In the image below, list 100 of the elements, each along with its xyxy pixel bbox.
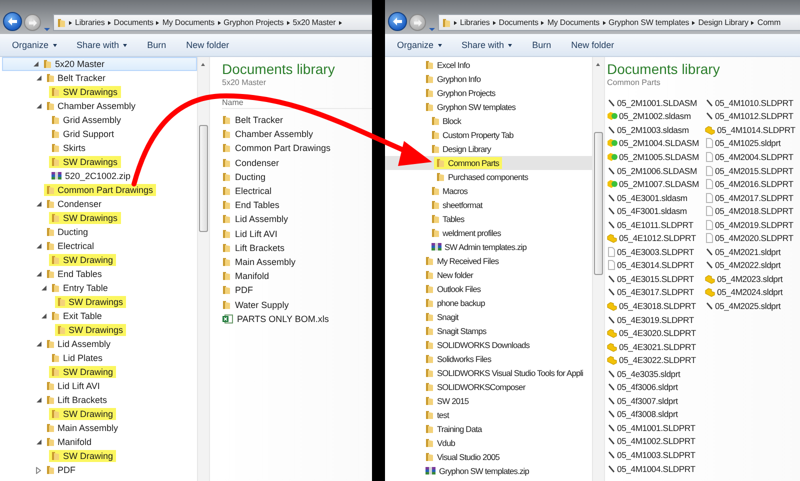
toolbar-button[interactable]: Organize — [12, 40, 57, 50]
tree-item[interactable]: Skirts — [49, 142, 88, 154]
tree-item[interactable]: weldment profiles — [428, 227, 504, 239]
tree-item[interactable]: Condenser — [44, 198, 105, 210]
tree-item[interactable]: SW Drawings — [49, 212, 121, 224]
tree-item[interactable]: Lid Assembly — [44, 338, 114, 350]
file-item[interactable]: 05_4f3007.sldprt — [607, 394, 705, 408]
tree-item[interactable]: Common Parts — [434, 157, 502, 169]
tree-item[interactable]: Lift Brackets — [44, 394, 110, 406]
tree-item[interactable]: Design Library — [428, 143, 494, 155]
tree-item[interactable]: Purchased components — [434, 171, 531, 183]
tree-item[interactable]: Exit Table — [49, 310, 105, 322]
file-item[interactable]: Common Part Drawings — [222, 141, 372, 156]
file-item[interactable]: PDF — [222, 283, 372, 298]
collapsed-arrow-icon[interactable] — [36, 466, 40, 474]
file-item[interactable]: 05_4M2025.sldprt — [705, 299, 800, 313]
file-item[interactable]: 05_4E3001.sldasm — [607, 190, 705, 204]
breadcrumb-item[interactable]: Libraries — [460, 18, 490, 27]
file-item[interactable]: 05_2M1007.SLDASM — [607, 177, 705, 191]
tree-item[interactable]: SW Drawings — [54, 296, 126, 308]
file-item[interactable]: 05_4f3008.sldprt — [607, 408, 705, 422]
file-item[interactable]: End Tables — [222, 198, 372, 212]
breadcrumb-item[interactable]: Gryphon SW templates — [608, 18, 690, 27]
file-item[interactable]: 05_4E3019.SLDPRT — [607, 312, 705, 326]
tree-item[interactable]: SW Admin templates.zip — [428, 241, 530, 253]
address-bar[interactable]: Libraries Documents My Documents Gryphon SW templates Design Library Comm — [438, 14, 800, 31]
file-item[interactable]: 05_2M1005.SLDASM — [607, 150, 705, 164]
file-item[interactable]: 05_4E3003.SLDPRT — [607, 245, 705, 259]
file-item[interactable]: 05_4M2022.sldprt — [705, 258, 800, 272]
file-item[interactable]: 05_4E3021.SLDPRT — [607, 340, 705, 354]
breadcrumb-item[interactable]: Libraries — [75, 18, 105, 27]
file-item[interactable]: 05_4M1002.SLDPRT — [607, 434, 705, 448]
tree-item[interactable]: Grid Assembly — [49, 114, 124, 126]
toolbar-button[interactable]: Burn — [147, 40, 166, 50]
tree-item[interactable]: SOLIDWORKSComposer — [423, 381, 528, 393]
file-item[interactable]: 05_4E3014.SLDPRT — [607, 258, 705, 272]
tree-item[interactable]: Main Assembly — [44, 422, 122, 434]
breadcrumb-item[interactable]: 5x20 Master — [292, 18, 336, 27]
file-item[interactable]: 05_4M1012.SLDPRT — [705, 110, 800, 124]
scroll-thumb[interactable] — [199, 125, 208, 232]
tree-item[interactable]: Common Part Drawings — [44, 184, 156, 196]
file-item[interactable]: Lift Brackets — [222, 240, 372, 255]
file-item[interactable]: Lid Lift AVI — [222, 226, 372, 241]
file-item[interactable]: 05_4M1001.SLDPRT — [607, 421, 705, 435]
file-item[interactable]: Water Supply — [222, 297, 372, 312]
file-item[interactable]: 05_4M1025.sldprt — [705, 136, 800, 150]
file-item[interactable]: 05_4E3022.SLDPRT — [607, 353, 705, 367]
expanded-arrow-icon[interactable] — [33, 61, 39, 67]
file-item[interactable]: 05_4f3006.sldprt — [607, 380, 705, 394]
tree-item[interactable]: Training Data — [423, 423, 485, 435]
file-item[interactable]: 05_4M2017.SLDPRT — [705, 190, 800, 204]
expanded-arrow-icon[interactable] — [36, 341, 42, 347]
tree-item[interactable]: Ducting — [44, 226, 92, 238]
tree-item[interactable]: SW Drawings — [49, 156, 121, 168]
toolbar-button[interactable]: Share with — [76, 40, 128, 50]
toolbar-button[interactable]: Burn — [532, 40, 552, 50]
file-item[interactable]: 05_4M2020.SLDPRT — [705, 231, 800, 246]
file-item[interactable]: 05_2M1004.SLDASM — [607, 136, 705, 150]
tree-item[interactable]: Snagit Stamps — [423, 325, 490, 337]
breadcrumb-item[interactable]: My Documents — [547, 18, 600, 27]
file-item[interactable]: 05_2M1002.sldasm — [607, 110, 705, 124]
tree-item[interactable]: SOLIDWORKS Downloads — [423, 339, 533, 351]
file-item[interactable]: Lid Assembly — [222, 212, 372, 226]
toolbar-button[interactable]: Share with — [462, 40, 512, 50]
file-item[interactable]: 05_4E3020.SLDPRT — [607, 326, 705, 340]
tree-item[interactable]: Entry Table — [49, 282, 111, 294]
tree-item[interactable]: SW Drawing — [49, 408, 116, 420]
tree-item[interactable]: Snagit — [423, 311, 462, 323]
file-item[interactable]: 05_4E1011.SLDPRT — [607, 218, 705, 232]
file-item[interactable]: 05_2M1003.sldasm — [607, 123, 705, 137]
tree-item[interactable]: Gryphon Projects — [423, 87, 498, 99]
file-item[interactable]: 05_4M2004.SLDPRT — [705, 150, 800, 164]
tree-item[interactable]: 5x20 Master — [41, 58, 108, 70]
tree-item[interactable]: SW Drawings — [54, 324, 126, 336]
file-item[interactable]: 05_4M2018.SLDPRT — [705, 204, 800, 218]
expanded-arrow-icon[interactable] — [36, 103, 42, 109]
address-bar[interactable]: Libraries Documents My Documents Gryphon Projects 5x20 Master — [53, 14, 372, 31]
tree-item[interactable]: Outlook Files — [423, 283, 484, 295]
expanded-arrow-icon[interactable] — [36, 439, 42, 445]
tree-item[interactable]: Lid Lift AVI — [44, 380, 103, 392]
tree-item[interactable]: Visual Studio 2005 — [423, 451, 502, 463]
file-item[interactable]: 05_4M2021.sldprt — [705, 245, 800, 259]
breadcrumb-item[interactable]: Documents — [498, 18, 538, 27]
tree-item[interactable]: Manifold — [44, 436, 95, 448]
expanded-arrow-icon[interactable] — [36, 271, 42, 277]
tree-item[interactable]: Grid Support — [49, 128, 118, 140]
tree-item[interactable]: Electrical — [44, 240, 98, 252]
tree-item[interactable]: Lid Plates — [49, 352, 106, 364]
tree-item[interactable]: Solidworks Files — [423, 353, 494, 365]
file-item[interactable]: 05_4M1004.SLDPRT — [607, 462, 705, 476]
expanded-arrow-icon[interactable] — [36, 397, 42, 403]
tree-item[interactable]: Custom Property Tab — [428, 129, 516, 141]
toolbar-button[interactable]: Organize — [397, 40, 442, 50]
tree-item[interactable]: Macros — [428, 185, 471, 197]
breadcrumb-item[interactable]: Gryphon Projects — [224, 18, 284, 27]
file-item[interactable]: Ducting — [222, 170, 372, 184]
toolbar-button[interactable]: New folder — [186, 40, 230, 50]
file-item[interactable]: 05_4F3001.sldasm — [607, 204, 705, 218]
file-item[interactable]: 05_4M1003.SLDPRT — [607, 448, 705, 462]
back-button[interactable] — [3, 12, 22, 31]
